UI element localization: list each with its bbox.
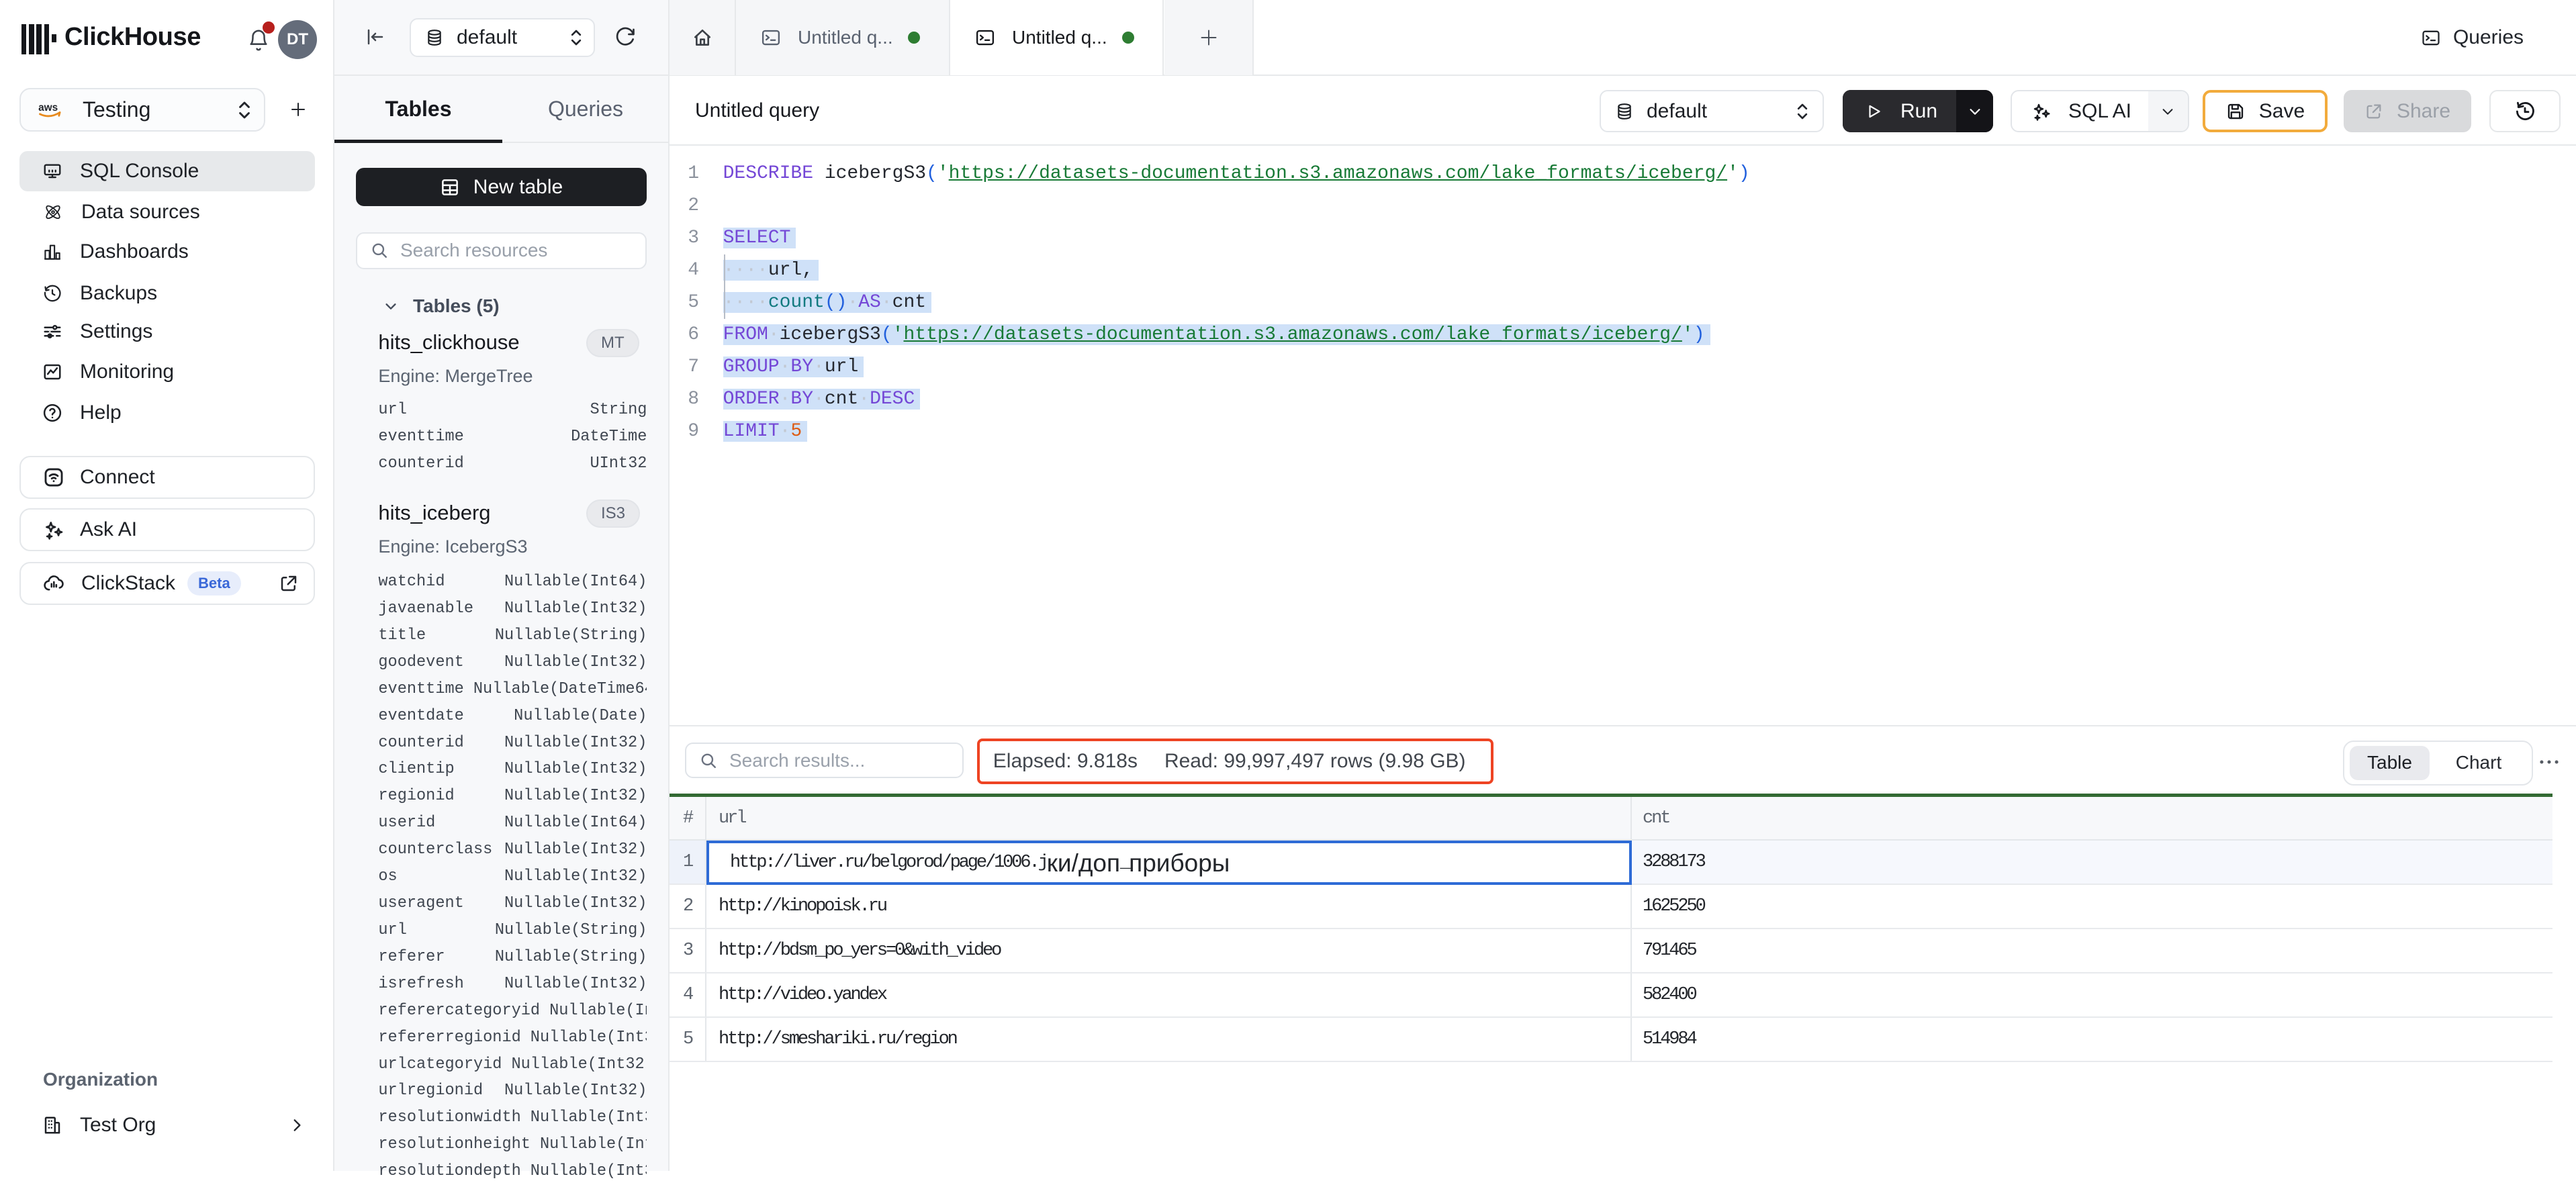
svg-text:aws: aws: [38, 102, 58, 113]
